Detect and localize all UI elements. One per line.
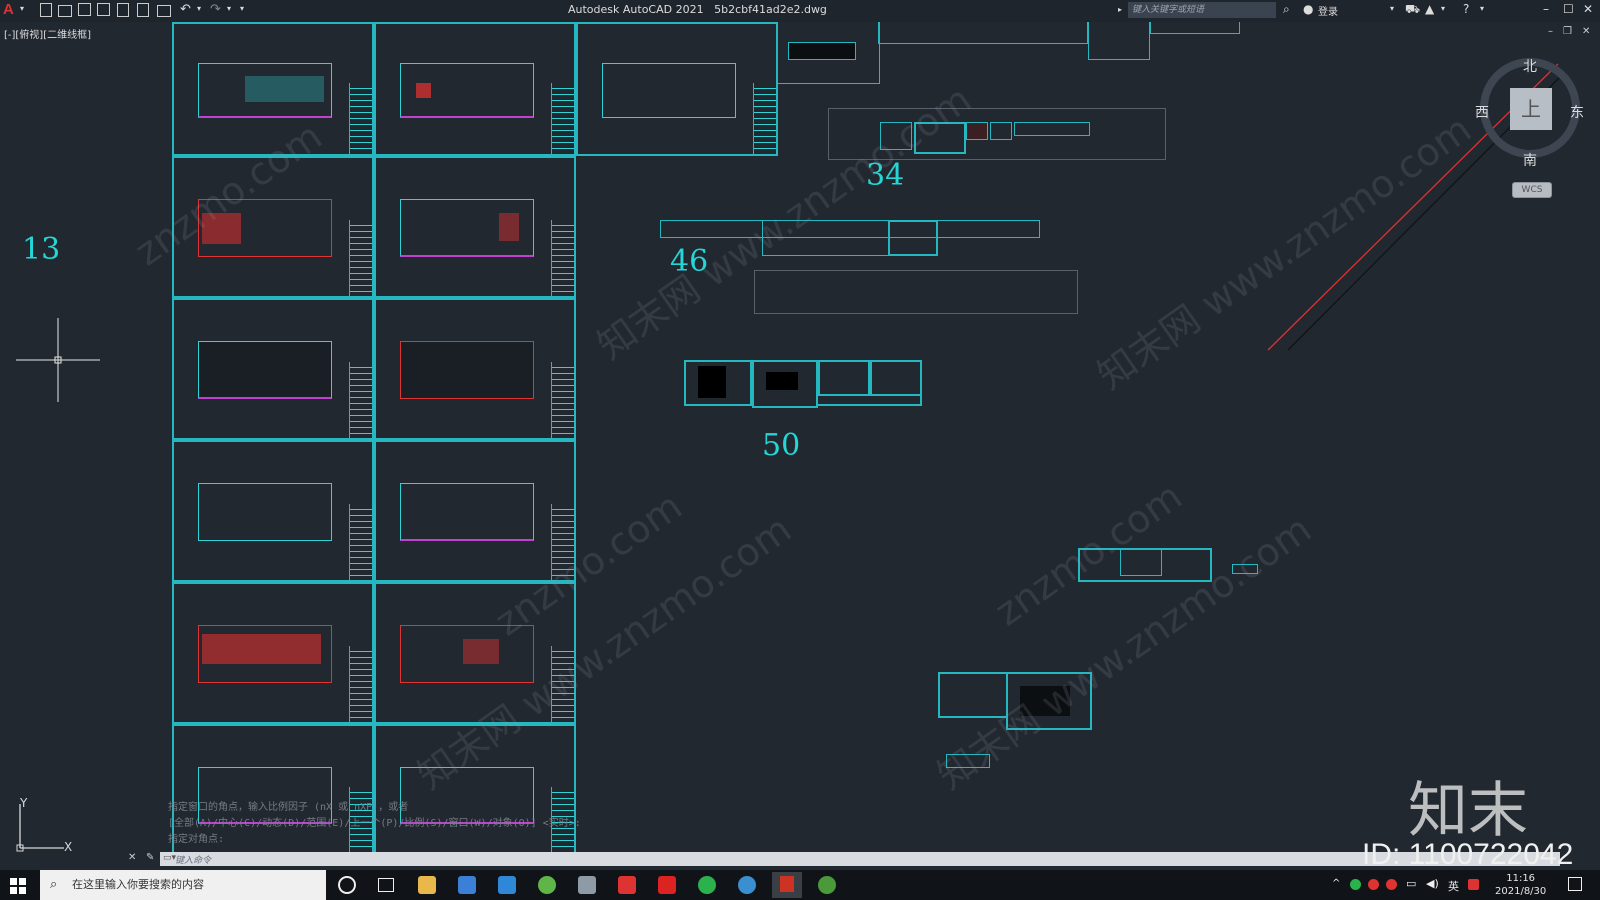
redo-chevron-icon[interactable]: ▾ — [227, 4, 231, 13]
title-bar: A ▾ ↶ ▾ ↷ ▾ ▾ Autodesk AutoCAD 2021 5b2c… — [0, 0, 1600, 22]
a360-icon[interactable]: ▲ — [1425, 2, 1434, 16]
clock-date: 2021/8/30 — [1495, 886, 1547, 897]
windows-start-icon[interactable] — [10, 878, 26, 894]
window-title: Autodesk AutoCAD 2021 5b2cbf41ad2e2.dwg — [568, 3, 827, 16]
open-file-icon[interactable] — [58, 5, 72, 17]
customize-toolbar-icon[interactable]: ▾ — [240, 4, 244, 13]
redo-icon[interactable]: ↷ — [210, 2, 221, 17]
undo-chevron-icon[interactable]: ▾ — [197, 4, 201, 13]
tray-app-icon[interactable] — [1386, 879, 1397, 890]
wps-icon[interactable] — [658, 876, 676, 894]
volume-icon[interactable]: ◀) — [1426, 877, 1439, 890]
login-link[interactable]: 登录 — [1318, 3, 1338, 18]
diagonal-lines — [1267, 63, 1566, 351]
search-icon[interactable]: ⌕ — [1283, 2, 1290, 17]
compass-south[interactable]: 南 — [1523, 150, 1537, 170]
browser-icon[interactable] — [538, 876, 556, 894]
app-menu-chevron-icon[interactable]: ▾ — [20, 4, 24, 13]
compass-north[interactable]: 北 — [1523, 56, 1537, 76]
new-file-icon[interactable] — [40, 3, 52, 17]
ime-indicator[interactable]: 英 — [1448, 878, 1459, 894]
app-icon[interactable] — [818, 876, 836, 894]
plot-icon[interactable] — [157, 5, 171, 17]
taskbar-search-placeholder: 在这里输入你要搜索的内容 — [72, 878, 204, 891]
command-close-icon[interactable]: ✕ — [128, 852, 136, 863]
autocad-taskbar-icon[interactable] — [772, 872, 802, 898]
viewport-controls-label[interactable]: [-][俯视][二维线框] — [4, 26, 91, 41]
wcs-menu-button[interactable]: WCS — [1512, 182, 1552, 198]
app-icon[interactable] — [738, 876, 756, 894]
a360-chevron-icon[interactable]: ▾ — [1441, 4, 1445, 13]
file-explorer-icon[interactable] — [418, 876, 436, 894]
save-icon[interactable] — [78, 3, 91, 16]
wechat-icon[interactable] — [698, 876, 716, 894]
windows-taskbar: ⌕ 在这里输入你要搜索的内容 ^ ▭ ◀) 英 11:16 2021/8/30 — [0, 870, 1600, 900]
app-name: Autodesk AutoCAD 2021 — [568, 3, 704, 16]
command-customize-icon[interactable]: ✎ — [146, 852, 154, 863]
save-as-icon[interactable] — [97, 3, 110, 16]
tray-app-icon[interactable] — [1368, 879, 1379, 890]
notification-icon[interactable] — [1568, 877, 1582, 891]
command-line-bar — [160, 852, 1560, 866]
task-view-icon[interactable] — [378, 878, 394, 892]
ucs-x-label: X — [64, 840, 73, 854]
command-input[interactable]: 键入命令 — [175, 853, 295, 866]
command-history-line: [全部(A)/中心(C)/动态(D)/范围(E)/上一个(P)/比例(S)/窗口… — [168, 818, 581, 829]
help-search-input[interactable]: 键入关键字或短语 — [1128, 2, 1276, 18]
watermark-logo: 知末 — [1408, 776, 1528, 846]
compass-east[interactable]: 东 — [1570, 102, 1584, 122]
user-icon[interactable]: ● — [1303, 2, 1313, 16]
network-icon[interactable]: ▭ — [1406, 877, 1416, 890]
login-chevron-icon[interactable]: ▾ — [1390, 4, 1394, 13]
sketchup-icon[interactable] — [618, 876, 636, 894]
viewcube-top-face[interactable]: 上 — [1510, 88, 1552, 130]
ucs-y-label: Y — [20, 796, 28, 810]
mail-icon[interactable] — [498, 876, 516, 894]
search-icon: ⌕ — [50, 877, 58, 892]
maximize-icon[interactable]: ☐ — [1563, 2, 1574, 16]
close-icon[interactable]: ✕ — [1583, 2, 1593, 16]
save-to-web-icon[interactable] — [137, 3, 149, 17]
command-history: 指定窗口的角点，输入比例因子 (nX 或 nXP)，或者 [全部(A)/中心(C… — [168, 800, 581, 848]
search-expand-icon[interactable]: ▸ — [1118, 5, 1122, 14]
store-icon[interactable] — [458, 876, 476, 894]
clock-time: 11:16 — [1506, 873, 1536, 884]
command-history-line: 指定窗口的角点，输入比例因子 (nX 或 nXP)，或者 — [168, 802, 409, 813]
taskbar-search-box[interactable]: ⌕ 在这里输入你要搜索的内容 — [40, 870, 326, 900]
file-name: 5b2cbf41ad2e2.dwg — [714, 3, 827, 16]
drawing-canvas[interactable]: – ❐ ✕ 34 46 50 13 Y X znzmo.com 知末网 www.… — [0, 22, 1600, 864]
control-panel-icon[interactable] — [578, 876, 596, 894]
crosshair-cursor — [16, 318, 100, 402]
command-history-line: 指定对角点: — [168, 834, 225, 845]
autocad-logo-icon[interactable]: A — [3, 1, 14, 18]
tray-app-icon[interactable] — [1350, 879, 1361, 890]
undo-icon[interactable]: ↶ — [180, 2, 191, 17]
watermark-id: ID: 1100722042 — [1362, 838, 1574, 871]
cortana-icon[interactable] — [338, 876, 356, 894]
compass-west[interactable]: 西 — [1475, 102, 1489, 122]
help-icon[interactable]: ? — [1463, 2, 1469, 16]
taskbar-clock[interactable]: 11:16 2021/8/30 — [1495, 872, 1546, 898]
tray-chevron-icon[interactable]: ^ — [1332, 878, 1340, 889]
cart-icon[interactable]: ⛟ — [1405, 2, 1420, 18]
input-method-icon[interactable] — [1468, 879, 1479, 890]
minimize-icon[interactable]: – — [1543, 2, 1549, 16]
help-chevron-icon[interactable]: ▾ — [1480, 4, 1484, 13]
open-from-web-icon[interactable] — [117, 3, 129, 17]
